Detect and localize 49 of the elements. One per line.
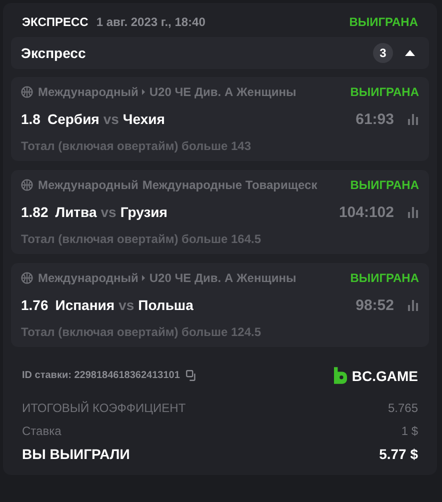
logo-icon xyxy=(334,367,347,384)
team-name: Литва xyxy=(55,204,97,220)
team-name: Польша xyxy=(138,297,194,313)
league-region: Международный xyxy=(38,85,138,99)
bet-type: ЭКСПРЕСС xyxy=(22,15,88,29)
team-name: Грузия xyxy=(120,204,168,220)
status-label: ВЫИГРАНА xyxy=(350,271,419,285)
summary-value: 1 $ xyxy=(401,424,418,438)
league-region: Международный xyxy=(38,178,138,192)
summary-value: 5.77 $ xyxy=(379,446,418,462)
team-name: Испания xyxy=(55,297,115,313)
status-label: ВЫИГРАНА xyxy=(350,178,419,192)
basketball-icon xyxy=(21,179,33,191)
bet-date: 1 авг. 2023 г., 18:40 xyxy=(96,15,206,29)
caret-icon[interactable] xyxy=(405,50,415,56)
count-badge: 3 xyxy=(373,43,393,63)
basketball-icon xyxy=(21,86,33,98)
score: 61:93 xyxy=(356,110,394,128)
market-label: Тотал (включая овертайм) больше 124.5 xyxy=(21,324,262,339)
score: 104:102 xyxy=(338,204,394,220)
bet-id: ID ставки: 2298184618362413101 xyxy=(22,370,180,381)
summary-label: ИТОГОВЫЙ КОЭФФИЦИЕНТ xyxy=(22,400,186,414)
vs-label: vs xyxy=(118,297,134,313)
summary-label: Ставка xyxy=(22,424,62,438)
odds-value: 1.8 xyxy=(21,111,40,127)
stats-icon[interactable] xyxy=(407,113,419,125)
market-label: Тотал (включая овертайм) больше 164.5 xyxy=(21,231,262,246)
league-region: Международный xyxy=(38,271,138,285)
team-name: Сербия xyxy=(47,111,100,127)
odds-value: 1.76 xyxy=(21,297,48,313)
basketball-icon xyxy=(21,272,33,284)
summary-label: ВЫ ВЫИГРАЛИ xyxy=(22,446,130,462)
status-label: ВЫИГРАНА xyxy=(349,15,418,29)
league-name: U20 ЧЕ Див. А Женщины xyxy=(149,85,296,99)
team-name: Чехия xyxy=(122,111,165,127)
score: 98:52 xyxy=(356,296,394,314)
summary-value: 5.765 xyxy=(388,400,418,414)
status-label: ВЫИГРАНА xyxy=(350,85,419,99)
stats-icon[interactable] xyxy=(407,206,419,218)
league-name: U20 ЧЕ Див. А Женщины xyxy=(149,271,296,285)
market-label: Тотал (включая овертайм) больше 143 xyxy=(21,138,252,153)
league-name: Международные Товарищеск xyxy=(142,178,318,192)
copy-icon[interactable] xyxy=(186,370,197,381)
brand-name: BC.GAME xyxy=(352,368,418,384)
vs-label: vs xyxy=(103,111,119,127)
vs-label: vs xyxy=(100,204,116,220)
express-label: Экспресс xyxy=(21,45,87,61)
stats-icon[interactable] xyxy=(407,299,419,311)
odds-value: 1.82 xyxy=(21,204,48,220)
